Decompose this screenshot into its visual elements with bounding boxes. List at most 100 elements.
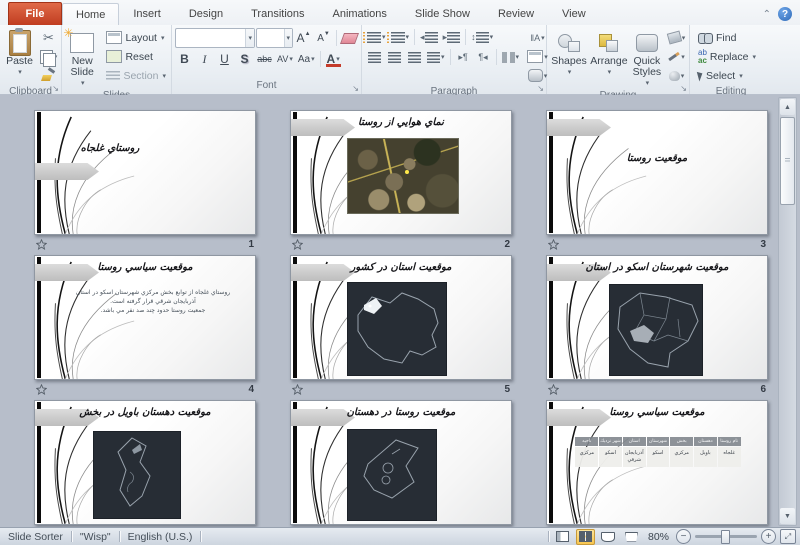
transition-star-icon[interactable] [548,239,559,250]
zoom-slider-thumb[interactable] [721,530,730,544]
rtl-direction-button[interactable]: ▸¶ [454,48,473,66]
arrange-button[interactable]: Arrange▾ [588,28,630,89]
transition-star-icon[interactable] [292,239,303,250]
bold-button[interactable]: B [175,50,194,68]
select-button[interactable]: Select▾ [695,66,759,85]
slide-thumbnail[interactable]: روستاي غلجاه [34,110,256,235]
slide-sorter-view-button[interactable] [576,529,595,545]
tab-review[interactable]: Review [484,2,548,25]
clipboard-dialog-launcher[interactable]: ↘ [52,84,59,93]
ltr-direction-button[interactable]: ¶◂ [474,48,493,66]
tab-slide-show[interactable]: Slide Show [401,2,484,25]
line-spacing-button[interactable]: ↕▾ [469,28,495,46]
drawing-dialog-launcher[interactable]: ↘ [680,84,687,93]
align-center-button[interactable] [385,48,404,66]
transition-star-icon[interactable] [292,384,303,395]
justify-icon [427,52,440,63]
status-view-mode[interactable]: Slide Sorter [0,528,71,545]
slide-show-button[interactable] [622,529,641,545]
numbering-button[interactable]: ▾ [389,28,412,46]
scrollbar-thumb[interactable] [780,117,795,205]
justify-button[interactable]: ▾ [425,48,447,66]
font-size-combo[interactable]: ▾ [256,28,293,48]
paragraph-dialog-launcher[interactable]: ↘ [537,84,544,93]
status-theme[interactable]: "Wisp" [72,528,119,545]
transition-star-icon[interactable] [36,239,47,250]
format-painter-button[interactable] [38,66,59,85]
strikethrough-button[interactable]: abc [255,50,274,68]
underline-button[interactable]: U [215,50,234,68]
font-color-button[interactable]: A▾ [324,50,343,68]
copy-button[interactable]: ▾ [38,47,59,66]
minimize-ribbon-icon[interactable]: ⌃ [763,9,771,20]
shrink-font-button[interactable]: A▼ [314,29,333,47]
reset-button[interactable]: Reset [103,47,169,66]
decrease-indent-button[interactable]: ◂ [418,28,440,46]
tab-home[interactable]: Home [62,3,119,26]
scroll-down-button[interactable]: ▼ [780,508,795,524]
find-button[interactable]: Find [695,28,759,47]
text-direction-button[interactable]: ǁA▾ [527,28,548,47]
columns-button[interactable]: ▾ [500,48,522,66]
normal-view-icon [556,531,569,542]
tab-design[interactable]: Design [175,2,237,25]
scroll-up-button[interactable]: ▲ [780,99,795,115]
slide-thumbnail[interactable]: موقعيت روستا در دهستان [290,400,512,525]
tab-transitions[interactable]: Transitions [237,2,318,25]
shape-fill-button[interactable]: ▾ [666,28,687,47]
help-icon[interactable]: ? [778,7,792,21]
align-right-button[interactable] [405,48,424,66]
align-left-button[interactable] [365,48,384,66]
slide-table: نام روستادهستانبخششهرستاناستانشهر نزديكن… [575,437,741,467]
zoom-percentage[interactable]: 80% [648,531,669,543]
section-button[interactable]: Section▾ [103,66,169,85]
increase-indent-button[interactable]: ▸ [441,28,463,46]
bullets-button[interactable]: ▾ [365,28,388,46]
italic-button[interactable]: I [195,50,214,68]
slide-thumbnail[interactable]: موقعيت استان در كشور [290,255,512,380]
slide-thumbnail[interactable]: موقعيت سياسي روستا نام روستادهستانبخششهر… [546,400,768,525]
normal-view-button[interactable] [553,529,572,545]
quick-styles-button[interactable]: Quick Styles▾ [630,28,664,89]
zoom-in-button[interactable]: + [761,529,776,544]
slide-thumbnail[interactable]: موقعيت شهرستان اسكو در استان [546,255,768,380]
paste-button[interactable]: Paste▾ [3,28,36,85]
layout-button[interactable]: Layout▾ [103,28,169,47]
font-name-combo[interactable]: ▾ [175,28,255,48]
slide-thumbnail[interactable]: موقعيت دهستان باويل در بخش [34,400,256,525]
shapes-button[interactable]: Shapes▾ [550,28,588,89]
transition-star-icon[interactable] [548,384,559,395]
slide-sorter-canvas[interactable]: روستاي غلجاه 1 نماي هوايي از روستا [0,95,800,528]
status-language[interactable]: English (U.S.) [120,528,201,545]
reading-view-button[interactable] [599,529,618,545]
shape-effects-button[interactable]: ▾ [666,66,687,85]
change-case-button[interactable]: Aa▾ [296,50,317,68]
new-slide-button[interactable]: New Slide▾ [65,28,99,89]
ribbon: Paste▾ ✂ ▾ Clipboard ↘ New Slide▾ Layout… [0,25,800,95]
shape-outline-button[interactable]: ▾ [666,47,687,66]
slide-thumbnail[interactable]: موقعيت روستا [546,110,768,235]
cut-button[interactable]: ✂ [38,28,59,47]
text-shadow-button[interactable]: S [235,50,254,68]
character-spacing-button[interactable]: AV▾ [275,50,295,68]
group-paragraph: ▾ ▾ ◂ ▸ ↕▾ ▾ ▸¶ [362,25,547,94]
tab-insert[interactable]: Insert [119,2,175,25]
align-text-button[interactable]: ▾ [527,47,548,66]
table-cell: مركزي [575,447,598,467]
clear-formatting-button[interactable] [340,29,359,47]
fit-to-window-button[interactable]: ⤢ [780,529,796,544]
convert-smartart-button[interactable]: ▾ [527,66,548,85]
zoom-out-button[interactable]: − [676,529,691,544]
transition-star-icon[interactable] [36,384,47,395]
slide-title: موقعيت سياسي روستا [559,407,755,418]
slide-thumbnail[interactable]: موقعيت سياسي روستا روستاي غلجاه از توابع… [34,255,256,380]
slide-thumbnail[interactable]: نماي هوايي از روستا [290,110,512,235]
zoom-slider[interactable] [695,535,757,538]
vertical-scrollbar[interactable]: ▲ ▼ [778,97,797,526]
grow-font-button[interactable]: A▲ [294,29,313,47]
replace-button[interactable]: abacReplace▾ [695,47,759,66]
font-dialog-launcher[interactable]: ↘ [352,84,359,93]
tab-view[interactable]: View [548,2,600,25]
tab-animations[interactable]: Animations [319,2,401,25]
file-tab[interactable]: File [8,2,62,25]
